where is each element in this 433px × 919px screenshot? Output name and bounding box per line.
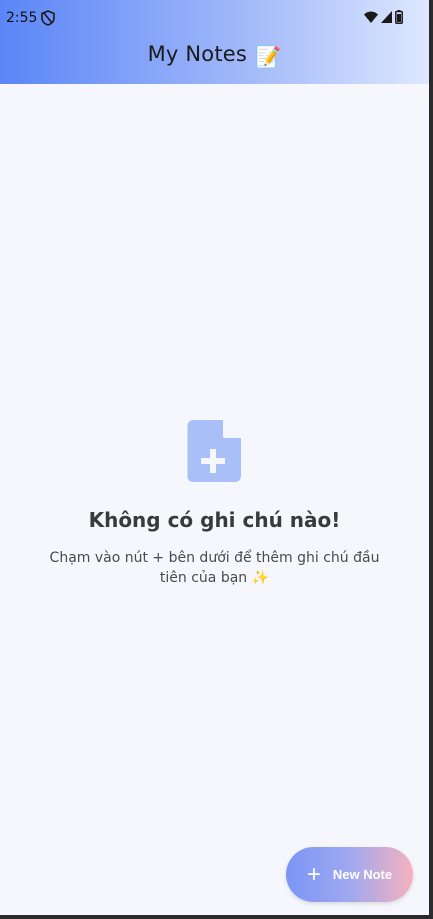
- empty-state: Không có ghi chú nào! Chạm vào nút + bên…: [0, 418, 429, 588]
- empty-state-subtitle: Chạm vào nút + bên dưới để thêm ghi chú …: [49, 550, 380, 586]
- new-note-label: New Note: [332, 867, 393, 882]
- app-bar: 2:55 My Notes 📝: [0, 0, 429, 84]
- status-bar: 2:55: [0, 0, 429, 34]
- wifi-icon: [364, 11, 378, 23]
- page-title: My Notes 📝: [0, 42, 429, 70]
- new-note-button[interactable]: + New Note: [286, 847, 413, 902]
- window-border-bottom: [0, 915, 433, 919]
- shield-icon: [41, 10, 55, 26]
- empty-state-title: Không có ghi chú nào!: [88, 508, 341, 532]
- page-title-text: My Notes: [147, 42, 248, 66]
- status-time: 2:55: [6, 10, 38, 26]
- signal-icon: [381, 11, 392, 23]
- battery-icon: [395, 10, 403, 24]
- plus-icon: +: [306, 860, 321, 888]
- window-border-right: [429, 0, 433, 919]
- add-document-icon: [187, 420, 241, 482]
- app-screen: 2:55 My Notes 📝 Không có ghi chú nào! Ch…: [0, 0, 429, 915]
- status-icons: [364, 10, 403, 24]
- memo-emoji-icon: 📝: [255, 45, 282, 69]
